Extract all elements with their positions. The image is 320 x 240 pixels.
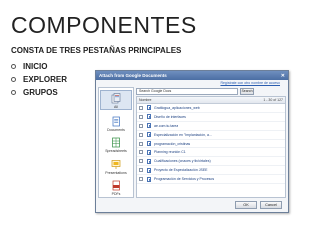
- bullet-item-inicio: INICIO: [11, 60, 67, 73]
- bullet-label: EXPLORER: [23, 75, 68, 84]
- sidebar-item-pdfs[interactable]: PDFs: [100, 176, 132, 196]
- list-item[interactable]: Planning reunión C1: [137, 148, 285, 158]
- document-icon: [112, 116, 120, 127]
- all-documents-icon: [111, 93, 121, 104]
- list-item[interactable]: Proyecto de Especialización JSEE: [137, 166, 285, 176]
- list-item[interactable]: ae.com.tu.tarea: [137, 122, 285, 131]
- dialog-body: All Documents Spreadsheets Presentations…: [98, 87, 286, 198]
- checkbox[interactable]: [139, 177, 143, 182]
- file-name-link[interactable]: Diseño de interfaces: [154, 115, 186, 119]
- checkbox[interactable]: [139, 123, 143, 128]
- document-icon: [147, 158, 151, 164]
- document-icon: [147, 149, 151, 155]
- sidebar-item-documents[interactable]: Documents: [100, 111, 132, 132]
- search-row: Search Google Docs Search: [136, 87, 286, 95]
- bullet-label: INICIO: [23, 62, 48, 71]
- checkbox[interactable]: [139, 105, 143, 110]
- ok-button[interactable]: OK: [235, 201, 257, 209]
- checkbox[interactable]: [139, 132, 143, 137]
- file-name-link[interactable]: programación_cristinas: [154, 142, 190, 146]
- document-icon: [147, 176, 151, 182]
- dialog-title-bar[interactable]: Attach from Google Documents ✕: [96, 71, 288, 80]
- search-input[interactable]: Search Google Docs: [136, 87, 238, 95]
- list-item[interactable]: Especialización en "Implantación, a...: [137, 131, 285, 140]
- sidebar-label: All: [114, 105, 118, 110]
- file-browser: Search Google Docs Search Nombre 1 - 30 …: [136, 87, 286, 198]
- slide-title: COMPONENTES: [11, 12, 197, 38]
- list-item[interactable]: Cualificaciones (cnaces y tb/cirtales): [137, 157, 285, 167]
- file-name-link[interactable]: Gratilogua_aplicaciones_web: [154, 106, 200, 110]
- bullet-item-grupos: GRUPOS: [11, 86, 67, 99]
- pdf-icon: [112, 180, 120, 191]
- close-icon[interactable]: ✕: [281, 73, 285, 79]
- file-name-link[interactable]: Planning reunión C1: [154, 150, 186, 154]
- dialog-buttons: OK Cancel: [232, 201, 282, 209]
- file-name-link[interactable]: Especialización en "Implantación, a...: [154, 133, 212, 137]
- doc-type-sidebar: All Documents Spreadsheets Presentations…: [98, 87, 134, 198]
- cancel-button[interactable]: Cancel: [260, 201, 282, 209]
- file-name-link[interactable]: Proyecto de Especialización JSEE: [154, 168, 208, 172]
- bullet-marker-icon: [11, 77, 16, 82]
- sidebar-item-presentations[interactable]: Presentations: [100, 154, 132, 175]
- search-button[interactable]: Search: [240, 87, 254, 95]
- list-item[interactable]: Diseño de interfaces: [137, 113, 285, 122]
- document-icon: [147, 141, 151, 146]
- sidebar-label: Documents: [107, 127, 125, 132]
- file-name-link[interactable]: Programación de Servicios y Procesos: [154, 177, 214, 181]
- file-name-link[interactable]: ae.com.tu.tarea: [154, 124, 178, 128]
- bullet-list: INICIO EXPLORER GRUPOS: [11, 60, 67, 99]
- checkbox[interactable]: [139, 168, 143, 173]
- file-list-header: Nombre 1 - 30 of 127: [137, 97, 285, 104]
- switch-account-link[interactable]: Regístrate con otro nombre de acceso: [96, 80, 288, 86]
- document-icon: [147, 123, 151, 129]
- sidebar-item-spreadsheets[interactable]: Spreadsheets: [100, 133, 132, 153]
- column-header-name[interactable]: Nombre: [139, 98, 263, 102]
- spreadsheet-icon: [112, 137, 120, 148]
- checkbox[interactable]: [139, 150, 143, 155]
- list-item[interactable]: Gratilogua_aplicaciones_web: [137, 104, 285, 113]
- sidebar-label: Presentations: [105, 170, 127, 175]
- bullet-marker-icon: [11, 64, 16, 69]
- document-icon: [147, 167, 151, 173]
- document-icon: [147, 105, 151, 111]
- dialog-title: Attach from Google Documents: [99, 73, 167, 78]
- bullet-marker-icon: [11, 90, 16, 95]
- sidebar-item-all[interactable]: All: [100, 90, 132, 111]
- checkbox[interactable]: [139, 141, 143, 146]
- presentation-icon: [111, 159, 121, 169]
- checkbox[interactable]: [139, 159, 143, 164]
- list-item[interactable]: Programación de Servicios y Procesos: [137, 175, 285, 185]
- file-list: Nombre 1 - 30 of 127 Gratilogua_aplicaci…: [136, 96, 286, 198]
- pagination-label[interactable]: 1 - 30 of 127: [263, 98, 283, 102]
- checkbox[interactable]: [139, 114, 143, 119]
- list-item[interactable]: programación_cristinas: [137, 140, 285, 149]
- sidebar-label: PDFs: [111, 192, 121, 197]
- sidebar-label: Spreadsheets: [105, 149, 127, 154]
- document-icon: [147, 132, 151, 138]
- file-name-link[interactable]: Cualificaciones (cnaces y tb/cirtales): [154, 159, 211, 163]
- document-icon: [147, 114, 151, 120]
- slide-subtitle: CONSTA DE TRES PESTAÑAS PRINCIPALES: [11, 46, 182, 55]
- attach-dialog: Attach from Google Documents ✕ Regístrat…: [95, 70, 289, 213]
- bullet-item-explorer: EXPLORER: [11, 73, 67, 86]
- bullet-label: GRUPOS: [23, 88, 58, 97]
